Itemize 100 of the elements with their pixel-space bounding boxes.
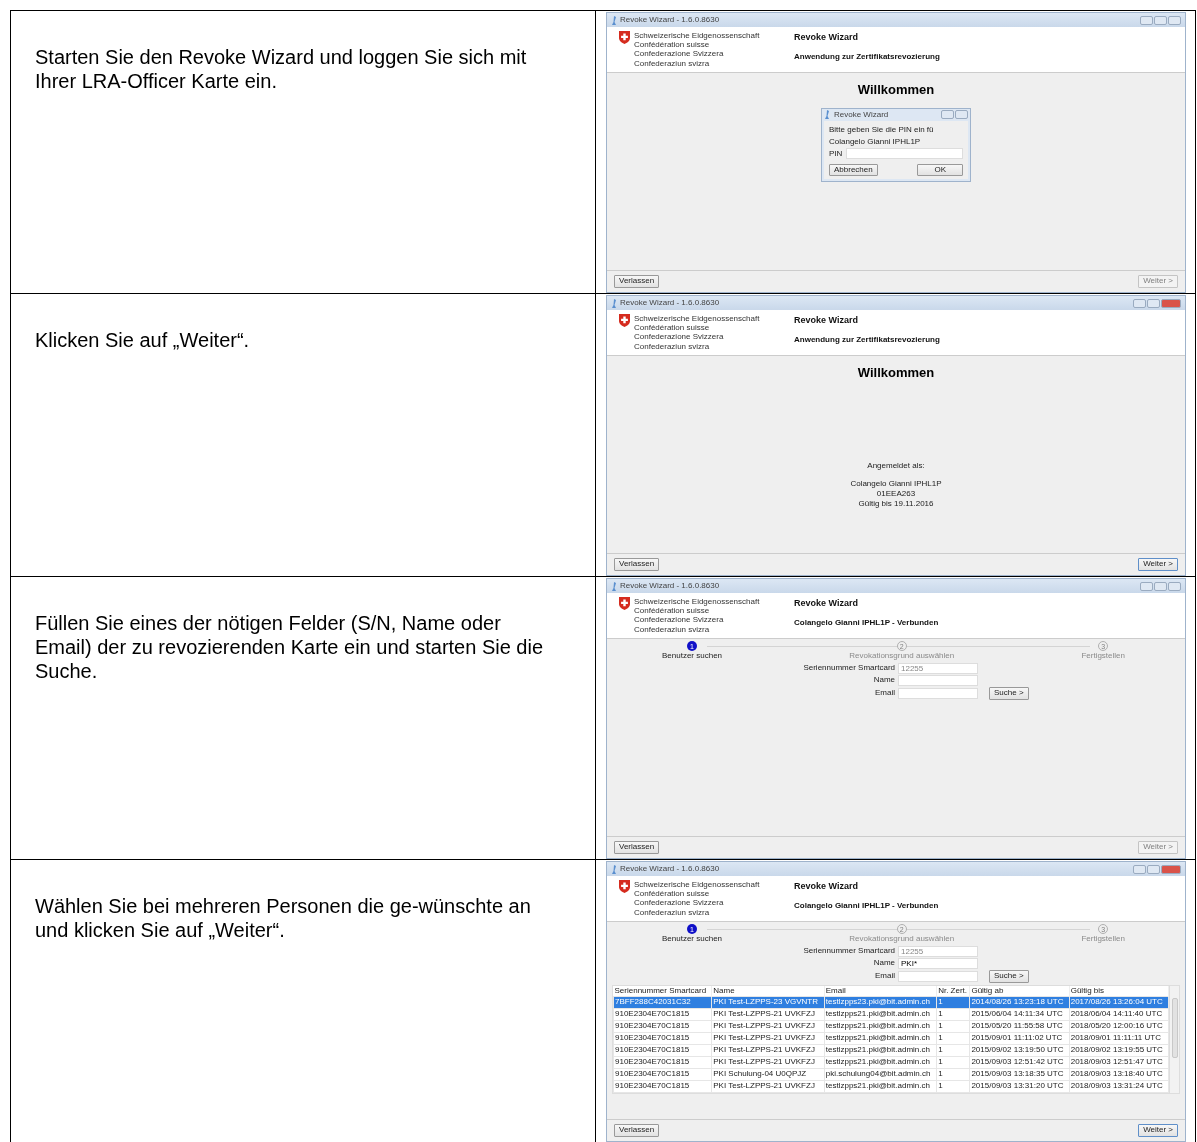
maximize-button[interactable] [1154, 581, 1167, 591]
app-icon [611, 298, 617, 308]
minimize-button[interactable] [1133, 864, 1146, 874]
table-cell: 1 [936, 1020, 970, 1033]
table-cell: PKI Test-LZPPS-21 UVKFZJ [711, 1056, 825, 1069]
maximize-button[interactable] [1147, 298, 1160, 308]
minimize-button[interactable] [1140, 15, 1153, 25]
pin-field[interactable] [846, 148, 963, 159]
field-label: Email [874, 689, 895, 698]
table-cell: 2015/09/03 12:51:42 UTC [969, 1056, 1070, 1069]
app-title: Revoke Wizard [794, 31, 859, 44]
result-row[interactable]: 910E2304E70C1815 PKI Test-LZPPS-21 UVKFZJ testlzpps21.pki@bit.admin.ch 1 2015/09/02 13:19:50 UTC 2018/09/02 13:19:55 UTC [613, 1044, 1169, 1057]
login-detail: Colangelo Gianni IPHL1P [850, 478, 942, 489]
table-cell: 910E2304E70C1815 [613, 1044, 712, 1057]
table-cell: 2018/09/03 13:31:24 UTC [1069, 1080, 1169, 1093]
step-label: Benutzer suchen [662, 935, 723, 944]
org-name: Confederazione Svizzera [634, 332, 725, 342]
pin-label: PIN [829, 147, 843, 160]
result-row[interactable]: 910E2304E70C1815 PKI Test-LZPPS-21 UVKFZJ testlzpps21.pki@bit.admin.ch 1 2015/09/03 13:31:20 UTC 2018/09/03 13:31:24 UTC [613, 1080, 1169, 1093]
table-cell: testlzpps21.pki@bit.admin.ch [824, 1032, 937, 1045]
result-row[interactable]: 910E2304E70C1815 PKI Test-LZPPS-21 UVKFZJ testlzpps21.pki@bit.admin.ch 1 2015/06/04 14:11:34 UTC 2018/06/04 14:11:40 UTC [613, 1008, 1169, 1021]
result-row[interactable]: 910E2304E70C1815 PKI Schulung-04 U0QPJZ pki.schulung04@bit.admin.ch 1 2015/09/03 13:18:35 UTC 2018/09/03 13:18:40 UTC [613, 1068, 1169, 1081]
table-cell: 1 [936, 1056, 970, 1069]
close-button[interactable] [1161, 864, 1181, 874]
app-title: Revoke Wizard [794, 880, 859, 893]
exit-button[interactable]: Verlassen [614, 1124, 660, 1137]
table-cell: testlzpps21.pki@bit.admin.ch [824, 1008, 937, 1021]
dialog-title: Revoke Wizard [834, 110, 889, 119]
next-button[interactable]: Weiter > [1138, 558, 1178, 571]
table-cell: 2015/09/03 13:18:35 UTC [969, 1068, 1070, 1081]
org-name: Confédération suisse [634, 323, 711, 333]
org-name: Confederaziun svizra [634, 624, 711, 634]
instruction-text: Füllen Sie eines der nötigen Felder (S/N, Name oder Email) der zu revozierenden Karte ein und starten Sie die Suche. [34, 611, 545, 683]
org-name: Confédération suisse [634, 606, 711, 616]
result-row[interactable]: 910E2304E70C1815 PKI Test-LZPPS-21 UVKFZJ testlzpps21.pki@bit.admin.ch 1 2015/09/03 12:51:42 UTC 2018/09/03 12:51:47 UTC [613, 1056, 1169, 1069]
table-cell: pki.schulung04@bit.admin.ch [824, 1068, 937, 1081]
table-cell: 1 [936, 996, 970, 1009]
maximize-button[interactable] [1147, 864, 1160, 874]
table-cell: testlzpps21.pki@bit.admin.ch [824, 1056, 937, 1069]
maximize-button[interactable] [1154, 15, 1167, 25]
table-cell: 910E2304E70C1815 [613, 1068, 712, 1081]
table-cell: PKI Test-LZPPS-21 UVKFZJ [711, 1080, 825, 1093]
window-title: Revoke Wizard - 1.6.0.8630 [620, 865, 720, 873]
field-label: Seriennummer Smartcard [803, 664, 895, 673]
table-cell: testlzpps23.pki@bit.admin.ch [824, 996, 937, 1009]
table-cell: 2015/05/20 11:55:58 UTC [969, 1020, 1070, 1033]
input-field[interactable] [898, 970, 978, 982]
org-name: Confederaziun svizra [634, 341, 711, 351]
close-button[interactable] [1161, 298, 1181, 308]
table-cell: testlzpps21.pki@bit.admin.ch [824, 1080, 937, 1093]
field-label: Seriennummer Smartcard [803, 947, 895, 956]
minimize-button[interactable] [1140, 581, 1153, 591]
input-field[interactable]: 12255 [898, 662, 978, 674]
table-cell: 910E2304E70C1815 [613, 1080, 712, 1093]
exit-button[interactable]: Verlassen [614, 841, 660, 854]
app-subtitle: Anwendung zur Zertifikatsrevozierung [794, 333, 940, 346]
table-cell: 2017/08/26 13:26:04 UTC [1069, 996, 1169, 1009]
shield-cross-icon [619, 314, 630, 327]
next-button[interactable]: Weiter > [1138, 1124, 1178, 1137]
org-name: Confederaziun svizra [634, 58, 711, 68]
app-subtitle: Anwendung zur Zertifikatsrevozierung [794, 50, 940, 63]
close-button[interactable] [955, 110, 968, 119]
table-cell: 2015/09/03 13:31:20 UTC [969, 1080, 1070, 1093]
welcome-heading: Willkommen [857, 81, 935, 99]
result-row[interactable]: 7BFF288C42031C32 PKI Test-LZPPS-23 VGVNTR testlzpps23.pki@bit.admin.ch 1 2014/08/26 13:23:18 UTC 2017/08/26 13:26:04 UTC [613, 996, 1169, 1009]
app-icon [611, 864, 617, 874]
close-button[interactable] [1168, 581, 1181, 591]
search-button[interactable]: Suche > [989, 686, 1029, 700]
scrollbar[interactable] [1169, 985, 1179, 1094]
field-label: Name [872, 959, 895, 968]
cancel-button[interactable]: Abbrechen [829, 163, 878, 177]
org-name: Confederazione Svizzera [634, 615, 725, 625]
app-subtitle: Colangelo Gianni IPHL1P - Verbunden [794, 899, 939, 912]
input-field[interactable]: PKI* [898, 957, 978, 969]
scroll-thumb[interactable] [1171, 997, 1178, 1058]
exit-button[interactable]: Verlassen [614, 558, 660, 571]
window-title: Revoke Wizard - 1.6.0.8630 [620, 16, 720, 24]
login-label: Angemeldet als: [866, 460, 926, 471]
table-cell: 1 [936, 1068, 970, 1081]
input-field[interactable] [898, 674, 978, 686]
app-icon [824, 110, 830, 119]
window-title: Revoke Wizard - 1.6.0.8630 [620, 582, 720, 590]
org-name: Schweizerische Eidgenossenschaft [634, 314, 760, 324]
result-row[interactable]: 910E2304E70C1815 PKI Test-LZPPS-21 UVKFZJ testlzpps21.pki@bit.admin.ch 1 2015/05/20 11:55:58 UTC 2018/05/20 12:00:16 UTC [613, 1020, 1169, 1033]
input-field[interactable] [898, 687, 978, 699]
exit-button[interactable]: Verlassen [614, 275, 660, 288]
close-button[interactable] [1168, 15, 1181, 25]
instruction-text: Klicken Sie auf „Weiter“. [34, 328, 251, 352]
result-row[interactable]: 910E2304E70C1815 PKI Test-LZPPS-21 UVKFZJ testlzpps21.pki@bit.admin.ch 1 2015/09/01 11:11:02 UTC 2018/09/01 11:11:11 UTC [613, 1032, 1169, 1045]
search-button[interactable]: Suche > [989, 969, 1029, 983]
ok-button[interactable]: OK [917, 163, 963, 177]
table-cell: PKI Test-LZPPS-21 UVKFZJ [711, 1020, 825, 1033]
instruction-text: Starten Sie den Revoke Wizard und loggen Sie sich mit Ihrer LRA-Officer Karte ein. [34, 45, 528, 93]
app-title: Revoke Wizard [794, 314, 859, 327]
org-name: Confederaziun svizra [634, 907, 711, 917]
login-detail: Gültig bis 19.11.2016 [857, 498, 935, 509]
app-subtitle: Colangelo Gianni IPHL1P - Verbunden [794, 616, 939, 629]
help-button[interactable] [941, 110, 954, 119]
input-field[interactable]: 12255 [898, 945, 978, 957]
minimize-button[interactable] [1133, 298, 1146, 308]
